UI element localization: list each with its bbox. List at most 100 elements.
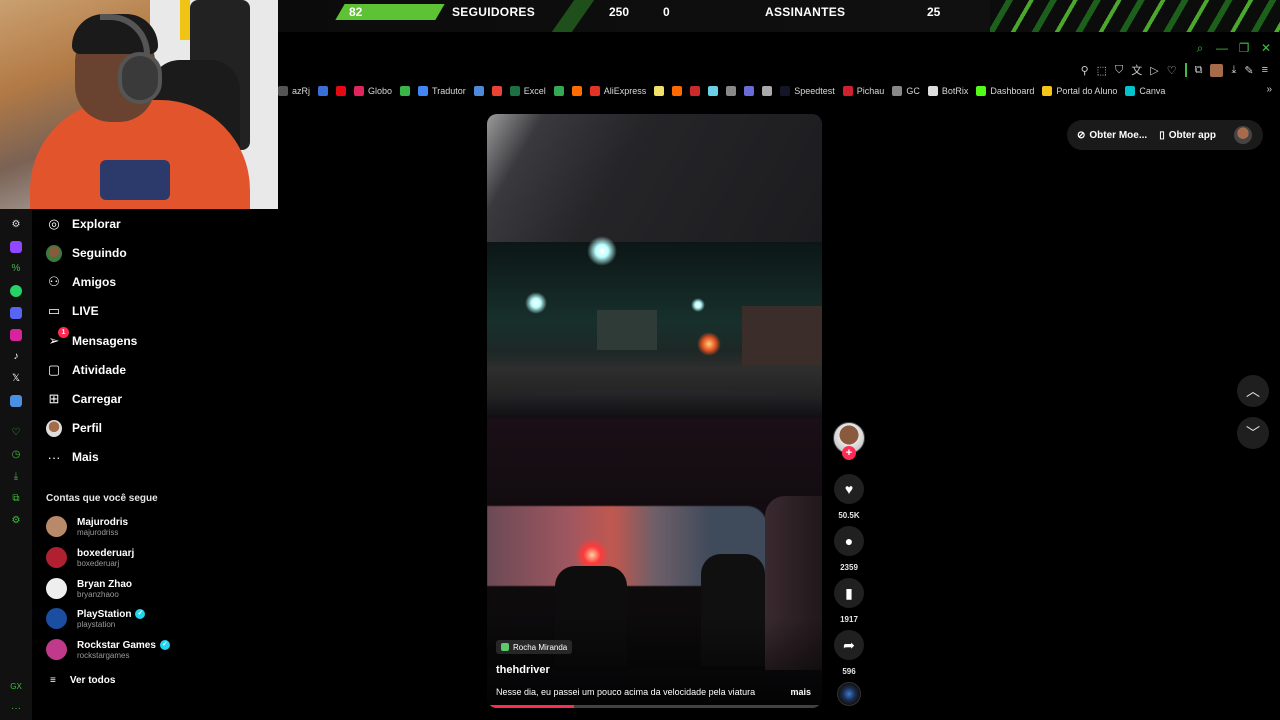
bookmark-label: GC (906, 86, 920, 96)
gx-logo-icon[interactable]: GX (10, 681, 22, 693)
nav-carregar[interactable]: ⊞ Carregar (46, 387, 122, 411)
bookmark-item[interactable] (762, 86, 773, 96)
extensions-panel-icon[interactable]: ⧉ (10, 493, 22, 505)
settings-icon[interactable]: ⚙ (10, 515, 22, 527)
following-accounts-title: Contas que você segue (46, 493, 158, 504)
search-icon[interactable]: ⌕ (1194, 41, 1206, 56)
nav-perfil[interactable]: Perfil (46, 416, 102, 440)
nav-amigos[interactable]: ⚇ Amigos (46, 270, 116, 294)
video-progress-bar[interactable] (487, 705, 822, 708)
menu-icon[interactable]: ≡ (1262, 64, 1268, 76)
extensions-icon[interactable]: ⧉ (1195, 64, 1203, 77)
bookmark-item[interactable] (473, 86, 484, 96)
bookmark-item[interactable]: Portal do Aluno (1042, 86, 1117, 96)
location-tag[interactable]: Rocha Miranda (496, 640, 573, 654)
bookmark-item[interactable] (726, 86, 737, 96)
user-avatar[interactable] (1233, 126, 1252, 144)
bookmark-item[interactable]: GC (892, 86, 920, 96)
nav-live[interactable]: ▭ LIVE (46, 299, 99, 323)
top-actions-pill: ⊘ Obter Moe... ▯ Obter app (1067, 120, 1263, 150)
bookmark-item[interactable]: Globo (354, 86, 392, 96)
translate-icon[interactable]: 文 (1131, 62, 1142, 78)
follow-plus-button[interactable]: + (842, 446, 856, 460)
activity-icon: ▢ (47, 362, 61, 377)
share-arrow-icon: ➦ (834, 630, 864, 660)
get-app-button[interactable]: ▯ Obter app (1159, 130, 1216, 141)
nav-mensagens[interactable]: ➢ 1 Mensagens (46, 327, 137, 353)
tiktok-sidebar: ◎ Explorar Seguindo ⚇ Amigos ▭ LIVE ➢ 1 M… (32, 209, 277, 720)
pin-icon[interactable]: ⚲ (1081, 64, 1089, 77)
tiktok-icon[interactable]: ♪ (10, 351, 22, 363)
bookmark-item[interactable] (571, 86, 582, 96)
nav-seguindo[interactable]: Seguindo (46, 241, 127, 265)
video-author[interactable]: thehdriver (496, 664, 550, 676)
screenshot-icon[interactable]: ⬚ (1097, 64, 1107, 77)
bookmark-item[interactable]: Pichau (842, 86, 884, 96)
rail-more-icon[interactable]: ··· (10, 703, 22, 715)
bookmark-item[interactable] (336, 86, 347, 96)
previous-video-button[interactable]: ︿ (1237, 375, 1269, 407)
friends-icon: ⚇ (48, 274, 60, 289)
download-icon[interactable]: ⤓ (1231, 64, 1236, 77)
minimize-icon[interactable]: — (1216, 41, 1228, 56)
bookmark-item[interactable] (744, 86, 755, 96)
bookmark-label: BotRix (941, 86, 969, 96)
bookmark-item[interactable] (690, 86, 701, 96)
shield-icon[interactable]: ⛉ (1115, 64, 1123, 77)
followed-account[interactable]: Rockstar Games ✓ rockstargames (46, 639, 170, 660)
save-action[interactable]: ▮ 1917 (833, 578, 865, 624)
see-all-button[interactable]: ≡ Ver todos (50, 675, 115, 686)
followed-account[interactable]: Bryan Zhao bryanzhaoo (46, 578, 132, 599)
instagram-icon[interactable] (10, 329, 22, 341)
bookmark-item[interactable]: BotRix (927, 86, 969, 96)
close-icon[interactable]: ✕ (1260, 41, 1272, 56)
get-coins-button[interactable]: ⊘ Obter Moe... (1077, 130, 1147, 141)
percent-icon[interactable]: % (10, 263, 22, 275)
bookmark-item[interactable]: Canva (1125, 86, 1165, 96)
translate-panel-icon[interactable] (10, 395, 22, 407)
openai-icon[interactable]: ⚙ (10, 219, 22, 231)
heart-icon[interactable]: ♡ (1167, 64, 1177, 77)
nav-explorar[interactable]: ◎ Explorar (46, 212, 120, 236)
favorites-icon[interactable]: ♡ (10, 427, 22, 439)
x-icon[interactable]: 𝕏 (10, 373, 22, 385)
discord-icon[interactable] (10, 307, 22, 319)
followers-value-a: 250 (609, 5, 630, 19)
nav-mais[interactable]: ··· Mais (46, 445, 99, 469)
followed-account[interactable]: Majurodris majurodriss (46, 516, 128, 537)
bookmark-item[interactable] (491, 86, 502, 96)
followed-account[interactable]: PlayStation ✓ playstation (46, 608, 146, 629)
like-action[interactable]: ♥ 50.5K (833, 474, 865, 520)
profile-avatar[interactable] (1210, 63, 1224, 77)
account-name: PlayStation (77, 608, 132, 620)
bookmark-item[interactable]: Excel (509, 86, 546, 96)
bookmark-item[interactable] (400, 86, 411, 96)
bookmark-item[interactable] (553, 86, 564, 96)
bookmark-item[interactable] (654, 86, 665, 96)
downloads-icon[interactable]: ⤓ (10, 471, 22, 483)
stream-stats-overlay: 82 SEGUIDORES 250 0 ASSINANTES 25 (278, 0, 1280, 32)
history-icon[interactable]: ◷ (10, 449, 22, 461)
music-disc-icon[interactable] (837, 682, 861, 706)
followed-account[interactable]: boxederuarj boxederuarj (46, 547, 134, 568)
play-icon[interactable]: ▷ (1150, 64, 1158, 77)
whatsapp-icon[interactable] (10, 285, 22, 297)
bookmark-item[interactable] (318, 86, 329, 96)
bookmarks-overflow-icon[interactable]: » (1266, 84, 1272, 95)
next-video-button[interactable]: ﹀ (1237, 417, 1269, 449)
share-action[interactable]: ➦ 596 (833, 630, 865, 676)
bookmark-item[interactable]: Tradutor (418, 86, 466, 96)
restore-icon[interactable]: ❐ (1238, 41, 1250, 56)
bookmark-item[interactable]: Dashboard (976, 86, 1034, 96)
ai-icon[interactable]: ✎ (1244, 64, 1253, 77)
comment-action[interactable]: ● 2359 (833, 526, 865, 572)
bookmark-item[interactable] (672, 86, 683, 96)
bookmark-item[interactable]: azRj (278, 86, 310, 96)
bookmark-item[interactable] (708, 86, 719, 96)
bookmark-item[interactable]: Speedtest (780, 86, 835, 96)
twitch-icon[interactable] (10, 241, 22, 253)
nav-atividade[interactable]: ▢ Atividade (46, 358, 126, 382)
video-player[interactable]: Rocha Miranda thehdriver Nesse dia, eu p… (487, 114, 822, 708)
bookmark-item[interactable]: AliExpress (589, 86, 646, 96)
caption-more-button[interactable]: mais (790, 687, 811, 697)
